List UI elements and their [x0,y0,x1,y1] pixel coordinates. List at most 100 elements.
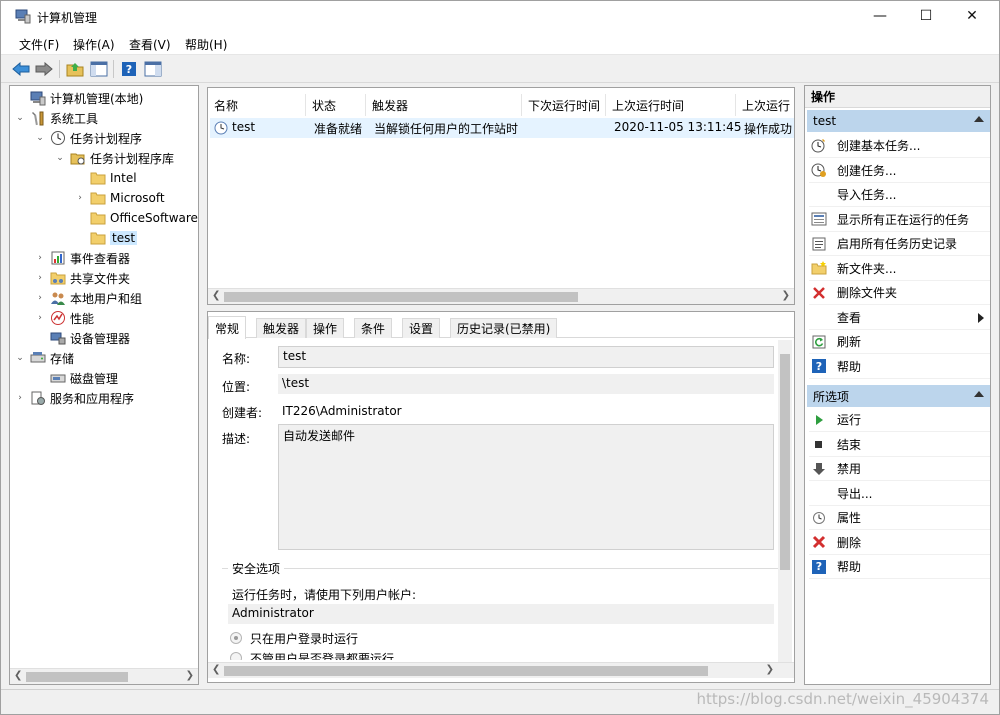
action-test-3[interactable]: 显示所有正在运行的任务 [809,208,990,232]
minimize-button[interactable]: — [857,1,903,31]
tree-node-6[interactable]: OfficeSoftware [74,208,198,228]
scroll-right-icon[interactable]: ❯ [186,670,194,681]
run-whether-logged-on-radio[interactable] [230,652,242,660]
tree-node-2[interactable]: ⌄ 任务计划程序 [34,128,142,148]
action-test-4[interactable]: 启用所有任务历史记录 [809,232,990,256]
window-title: 计算机管理 [37,11,98,25]
expand-chevron-icon[interactable]: › [34,313,46,323]
tree-node-13[interactable]: ⌄ 存储 [14,348,74,368]
action-test-9[interactable]: ? 帮助 [809,355,990,379]
run-as-account: Administrator [228,604,774,624]
expand-chevron-icon[interactable]: › [34,293,46,303]
tree-node-1[interactable]: ⌄ 系统工具 [14,108,98,128]
tab-settings[interactable]: 设置 [402,318,441,338]
tree-node-9[interactable]: › 共享文件夹 [34,268,130,288]
detail-hscrollbar[interactable]: ❮ ❯ [208,662,794,678]
tree-hscroll-thumb[interactable] [26,672,128,682]
tree-node-3[interactable]: ⌄ 任务计划程序库 [54,148,174,168]
expand-chevron-icon[interactable]: › [34,273,46,283]
show-action-pane-button[interactable] [143,59,163,79]
action-selected-3[interactable]: 导出... [809,482,990,506]
expand-chevron-icon[interactable]: › [14,393,26,403]
tree-node-15[interactable]: › 服务和应用程序 [14,388,134,408]
action-test-5[interactable]: 新文件夹... [809,257,990,281]
back-button[interactable] [11,59,31,79]
collapse-caret-icon[interactable] [974,116,984,122]
tree-node-0[interactable]: 计算机管理(本地) [14,88,143,108]
action-test-0[interactable]: 创建基本任务... [809,134,990,158]
column-last-result[interactable]: 上次运行 [736,94,794,116]
tree-node-10[interactable]: › 本地用户和组 [34,288,142,308]
action-selected-2[interactable]: 禁用 [809,457,990,481]
detail-vscroll-thumb[interactable] [780,354,790,570]
tree-hscrollbar[interactable]: ❮ ❯ [10,668,198,684]
collapse-chevron-icon[interactable]: ⌄ [14,353,26,363]
tab-general[interactable]: 常规 [208,316,247,339]
task-list-hscrollbar[interactable]: ❮ ❯ [208,288,794,304]
section-selected[interactable]: 所选项 [807,385,990,407]
maximize-button[interactable]: ☐ [903,1,949,31]
tree-node-5[interactable]: › Microsoft [74,188,165,208]
task-row[interactable]: test 准备就绪 当解锁任何用户的工作站时 2020-11-05 13:11:… [210,118,794,138]
section-test[interactable]: test [807,110,990,132]
task-list-hscroll-thumb[interactable] [224,292,578,302]
close-button[interactable]: ✕ [949,1,995,31]
action-test-6[interactable]: 删除文件夹 [809,281,990,305]
column-status[interactable]: 状态 [306,94,366,116]
console-tree: 计算机管理(本地) ⌄ 系统工具 ⌄ 任务计划程序 ⌄ 任务计划程序库 Intel › Micro… [9,85,199,685]
tab-conditions[interactable]: 条件 [354,318,393,338]
menu-file[interactable]: 文件(F) [19,36,59,53]
tree-node-4[interactable]: Intel [74,168,137,188]
menu-help[interactable]: 帮助(H) [185,36,227,53]
scroll-left-icon[interactable]: ❮ [212,290,220,301]
collapse-chevron-icon[interactable]: ⌄ [14,113,26,123]
action-test-8[interactable]: 刷新 [809,330,990,354]
run-only-logged-on-radio[interactable] [230,632,242,644]
detail-hscroll-thumb[interactable] [224,666,708,676]
tab-actions[interactable]: 操作 [306,318,345,338]
back-arrow-icon [12,62,30,76]
menu-view[interactable]: 查看(V) [129,36,171,53]
name-field[interactable]: test [278,346,774,368]
action-selected-6[interactable]: ? 帮助 [809,555,990,579]
scroll-right-icon[interactable]: ❯ [766,664,774,675]
action-test-1[interactable]: 创建任务... [809,159,990,183]
show-hide-tree-button[interactable] [89,59,109,79]
scroll-right-icon[interactable]: ❯ [782,290,790,301]
detail-vscrollbar[interactable] [778,340,792,666]
forward-button[interactable] [34,59,54,79]
tree-node-label: 任务计划程序 [70,131,143,146]
collapse-chevron-icon[interactable]: ⌄ [34,133,46,143]
scroll-left-icon[interactable]: ❮ [212,664,220,675]
column-next-run[interactable]: 下次运行时间 [522,94,606,116]
collapse-caret-icon[interactable] [974,391,984,397]
tree-node-label: 本地用户和组 [70,291,143,306]
tab-history[interactable]: 历史记录(已禁用) [450,318,558,338]
action-test-2[interactable]: 导入任务... [809,183,990,207]
tree-node-12[interactable]: 设备管理器 [34,328,130,348]
action-selected-4[interactable]: 属性 [809,506,990,530]
collapse-chevron-icon[interactable]: ⌄ [54,153,66,163]
users-icon [50,290,66,306]
tab-triggers[interactable]: 触发器 [256,318,307,338]
menu-action[interactable]: 操作(A) [73,36,115,53]
tree-node-14[interactable]: 磁盘管理 [34,368,118,388]
action-test-7[interactable]: 查看 [809,306,990,330]
column-trigger[interactable]: 触发器 [366,94,522,116]
description-field[interactable]: 自动发送邮件 [278,424,774,550]
help-toolbar-button[interactable]: ? [119,59,139,79]
column-name[interactable]: 名称 [208,94,306,116]
expand-chevron-icon[interactable]: › [74,193,86,203]
expand-chevron-icon[interactable]: › [34,253,46,263]
action-selected-5[interactable]: 删除 [809,531,990,555]
tree-node-8[interactable]: › 事件查看器 [34,248,130,268]
tree-node-label: Microsoft [110,191,165,205]
action-selected-0[interactable]: 运行 [809,408,990,432]
scroll-left-icon[interactable]: ❮ [14,670,22,681]
action-selected-1[interactable]: 结束 [809,433,990,457]
create-task-icon [811,162,827,178]
column-last-run[interactable]: 上次运行时间 [606,94,736,116]
tree-node-11[interactable]: › 性能 [34,308,94,328]
tree-node-7[interactable]: test [74,228,138,248]
up-folder-button[interactable] [65,59,85,79]
